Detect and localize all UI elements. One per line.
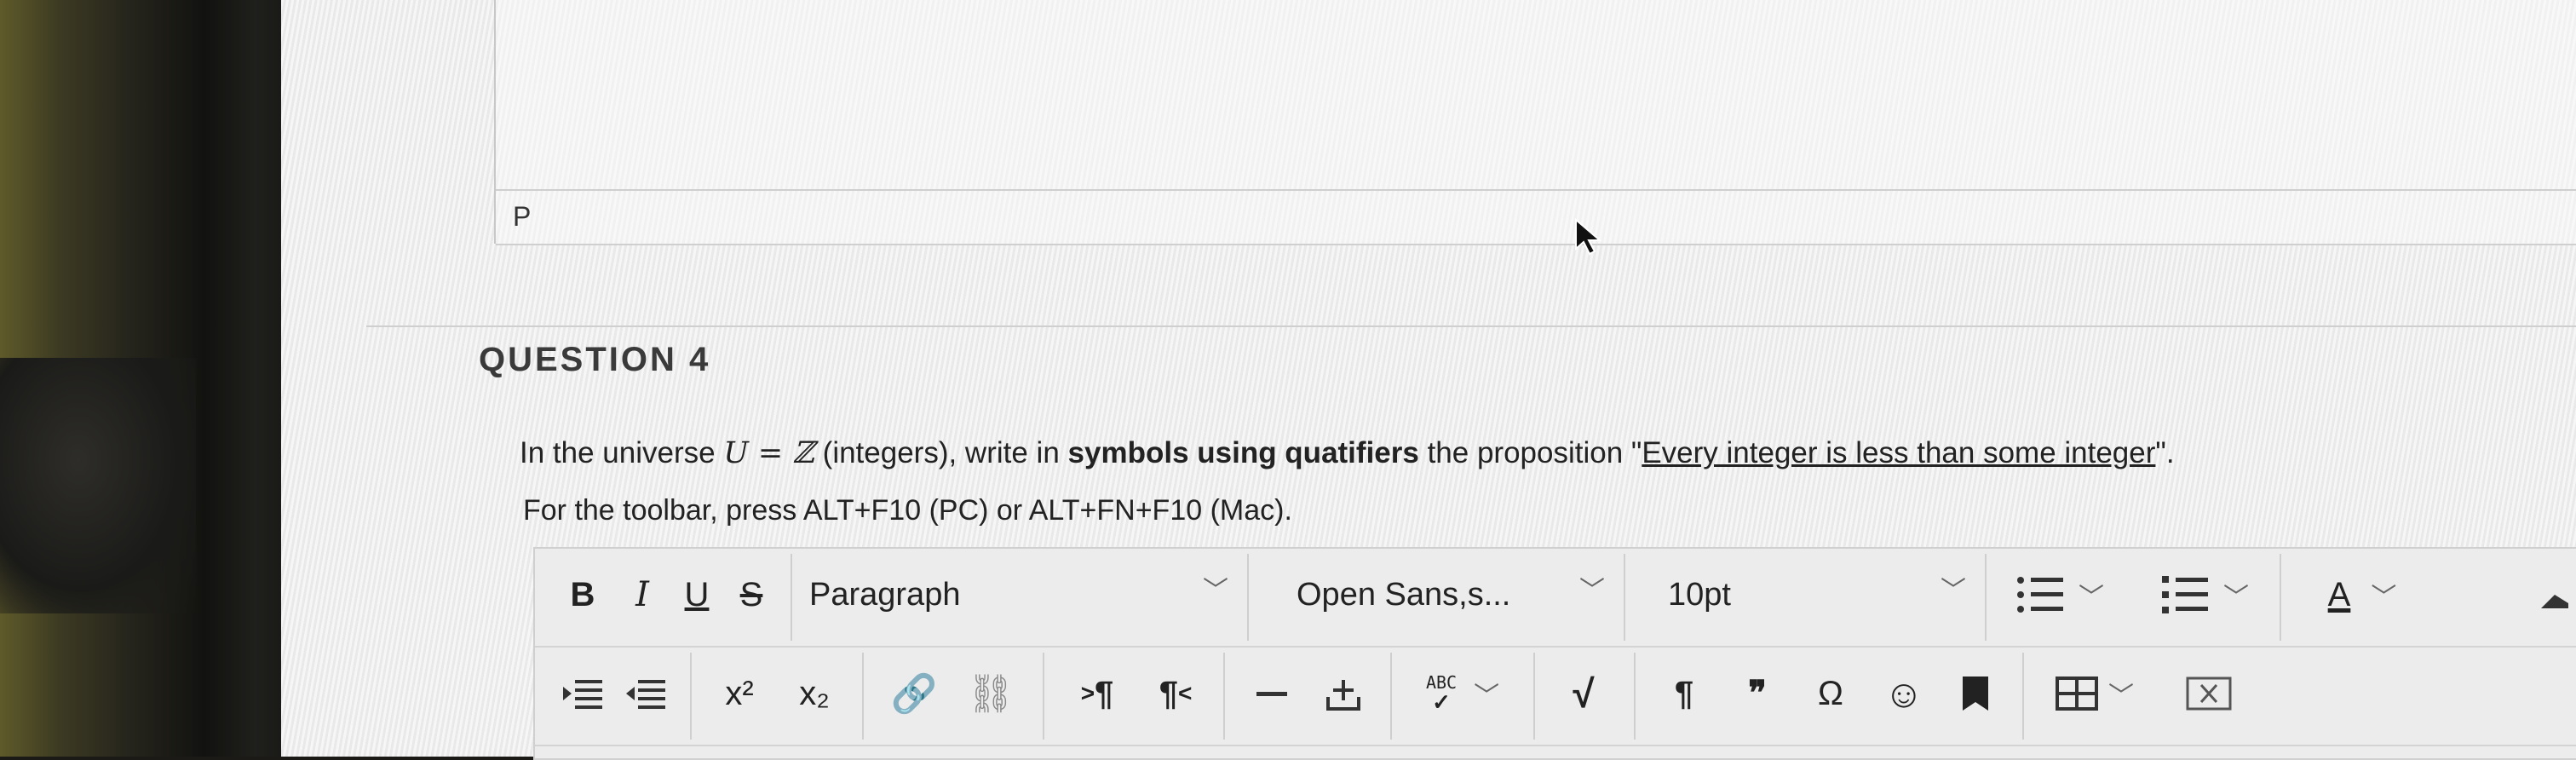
emoticon-button[interactable]: ☺	[1874, 663, 1934, 724]
question-bold-text: symbols using quatifiers	[1067, 436, 1419, 469]
rtl-button[interactable]: ¶ <	[1141, 663, 1210, 724]
superscript-button[interactable]: x²	[705, 663, 773, 724]
mouse-pointer-icon	[1575, 218, 1602, 256]
bullet-list-icon	[2017, 577, 2063, 613]
paragraph-format-dropdown[interactable]: Paragraph	[809, 564, 1141, 625]
numbered-list-button[interactable]: ﹀	[2145, 564, 2264, 625]
delete-table-button[interactable]	[2179, 663, 2239, 724]
chevron-down-icon: ﹀	[1474, 682, 1500, 711]
indent-button[interactable]	[557, 663, 608, 724]
chevron-down-icon: ﹀	[2079, 584, 2104, 612]
add-content-icon	[1326, 680, 1360, 711]
numbered-list-icon	[2162, 576, 2208, 613]
chevron-down-icon: ﹀	[1941, 577, 1966, 605]
question-text-part: In the universe	[520, 436, 724, 469]
insert-plus-button[interactable]	[1314, 663, 1373, 724]
toolbar-separator	[1390, 653, 1392, 740]
outdent-icon	[626, 680, 665, 709]
bullet-list-button[interactable]: ﹀	[2000, 564, 2119, 625]
link-icon: 🔗	[890, 673, 938, 715]
element-path: P	[513, 201, 532, 232]
strikethrough-button[interactable]: S	[726, 564, 777, 625]
toolbar-separator	[1223, 653, 1225, 740]
browser-screen: P QUESTION 4 In the universe U = ℤ (inte…	[281, 0, 2576, 760]
sqrt-icon: √	[1573, 671, 1595, 716]
toolbar-separator	[1043, 653, 1044, 740]
toolbar-separator	[791, 554, 792, 641]
editor-toolbar: B I U S Paragraph ﹀ Open Sans,s... ﹀ 10p…	[533, 547, 2576, 760]
highlight-button[interactable]	[2533, 564, 2576, 625]
font-size-value: 10pt	[1668, 576, 1731, 613]
check-icon: ✓	[1432, 689, 1451, 715]
font-family-dropdown[interactable]: Open Sans,s...	[1297, 564, 1561, 625]
underline-button[interactable]: U	[671, 564, 722, 625]
math-editor-button[interactable]: √	[1554, 663, 1613, 724]
rtl-arrow-icon: <	[1177, 680, 1193, 706]
question-text-part: (integers), write in	[814, 436, 1068, 469]
spellcheck-label: ABC	[1425, 672, 1458, 693]
close-box-icon	[2186, 677, 2232, 711]
chevron-down-icon: ﹀	[1203, 577, 1228, 605]
toolbar-row-2: x² x₂ 🔗 ⛓ > ¶ ¶ < ABC ✓ ﹀ √ ¶ ❞ Ω ☺ ﹀	[535, 648, 2576, 746]
show-blocks-button[interactable]: ¶	[1654, 663, 1714, 724]
question-text-part: ".	[2155, 436, 2175, 469]
text-color-label: A	[2327, 575, 2351, 613]
remove-link-button[interactable]: ⛓	[961, 663, 1021, 724]
question-underlined-text: Every integer is less than some integer	[1642, 436, 2156, 469]
question-text-part: the proposition "	[1418, 436, 1642, 469]
text-color-button[interactable]: A ﹀	[2298, 564, 2426, 625]
toolbar-separator	[2022, 653, 2024, 740]
toolbar-separator	[862, 653, 864, 740]
bold-button[interactable]: B	[557, 564, 608, 625]
outdent-button[interactable]	[620, 663, 671, 724]
question-text: In the universe U = ℤ (integers), write …	[520, 436, 2175, 470]
unlink-icon: ⛓	[967, 673, 1015, 715]
italic-button[interactable]: I	[617, 564, 668, 625]
horizontal-line-button[interactable]	[1242, 663, 1302, 724]
ltr-arrow-icon: >	[1080, 680, 1095, 706]
previous-editor-statusbar: P	[496, 189, 2576, 245]
spellcheck-button[interactable]: ABC ✓ ﹀	[1407, 663, 1518, 724]
horizontal-line-icon	[1256, 692, 1287, 696]
anchor-button[interactable]	[1946, 663, 2005, 724]
toolbar-separator	[2280, 554, 2281, 641]
special-character-button[interactable]: Ω	[1801, 663, 1860, 724]
ltr-label: ¶	[1095, 674, 1114, 712]
font-size-dropdown[interactable]: 10pt	[1668, 564, 1855, 625]
highlighter-icon	[2541, 595, 2568, 608]
math-expression: U = ℤ	[723, 436, 814, 470]
chevron-down-icon: ﹀	[2223, 584, 2249, 612]
toolbar-separator	[1985, 554, 1987, 641]
indent-icon	[563, 680, 602, 709]
insert-link-button[interactable]: 🔗	[884, 663, 944, 724]
table-icon	[2056, 677, 2098, 711]
chevron-down-icon: ﹀	[2371, 584, 2397, 612]
toolbar-hint: For the toolbar, press ALT+F10 (PC) or A…	[523, 494, 1292, 527]
chevron-down-icon: ﹀	[1579, 577, 1605, 605]
blockquote-button[interactable]: ❞	[1728, 663, 1787, 724]
smiley-icon: ☺	[1883, 671, 1924, 716]
bookmark-icon	[1963, 677, 1988, 711]
rtl-label: ¶	[1159, 674, 1178, 712]
toolbar-separator	[1533, 653, 1535, 740]
toolbar-separator	[1634, 653, 1636, 740]
question-divider	[366, 325, 2576, 327]
toolbar-separator	[1624, 554, 1625, 641]
question-title: QUESTION 4	[479, 341, 711, 378]
bezel-shadow	[0, 358, 196, 613]
toolbar-separator	[690, 653, 692, 740]
chevron-down-icon: ﹀	[2108, 682, 2134, 711]
toolbar-separator	[1247, 554, 1249, 641]
paragraph-format-value: Paragraph	[809, 576, 961, 613]
font-family-value: Open Sans,s...	[1297, 576, 1511, 613]
subscript-button[interactable]: x₂	[780, 663, 848, 724]
toolbar-row-1: B I U S Paragraph ﹀ Open Sans,s... ﹀ 10p…	[535, 549, 2576, 648]
table-button[interactable]: ﹀	[2039, 663, 2150, 724]
ltr-button[interactable]: > ¶	[1063, 663, 1131, 724]
